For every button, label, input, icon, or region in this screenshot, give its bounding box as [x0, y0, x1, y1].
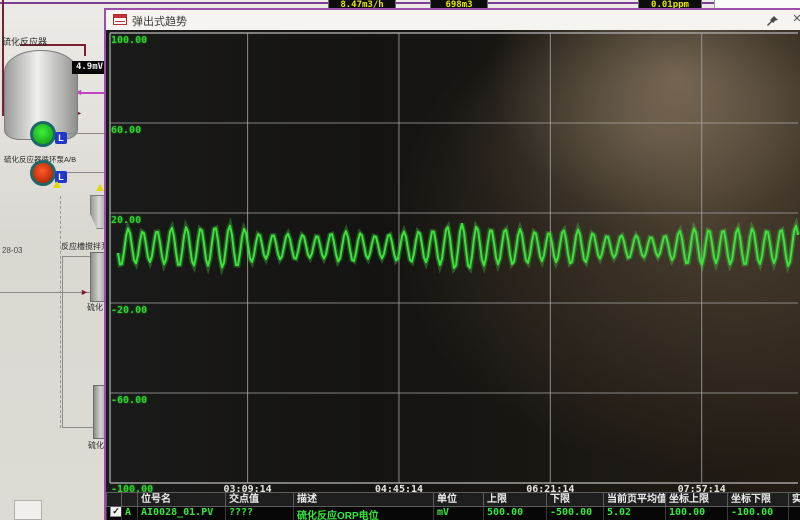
- col-description: 描述: [294, 492, 434, 507]
- row-coord-low: -100.00: [728, 507, 789, 520]
- row-low-limit: -500.00: [547, 507, 604, 520]
- alarm-triangle-icon: [53, 181, 61, 188]
- table-row[interactable]: ✓ A AI0028_01.PV ???? 硫化反应ORP电位 mV 500.0…: [106, 507, 800, 520]
- row-select-cell: ✓: [106, 507, 122, 520]
- col-select: [106, 492, 122, 507]
- close-icon[interactable]: ✕: [790, 12, 800, 26]
- y-tick-neg20: -20.00: [111, 305, 147, 316]
- col-cross-value: 交点值: [226, 492, 294, 507]
- row-coord-high: 100.00: [666, 507, 728, 520]
- col-page-average: 当前页平均值: [604, 492, 666, 507]
- orp-value-badge: 4.9mV: [72, 61, 107, 74]
- row-cross-value: ????: [226, 507, 294, 520]
- row-unit: mV: [434, 507, 484, 520]
- row-description: 硫化反应ORP电位: [294, 507, 434, 520]
- row-realtime: [789, 507, 800, 520]
- row-checkbox[interactable]: ✓: [110, 507, 122, 517]
- transfer-arrow-icon: ►: [80, 288, 89, 297]
- x-tick-4: 07:57:14: [678, 484, 726, 492]
- pump-b-line: [67, 172, 107, 173]
- row-high-limit: 500.00: [484, 507, 547, 520]
- y-tick-100: 100.00: [111, 35, 147, 46]
- pin-icon[interactable]: [766, 14, 780, 26]
- x-tick-2: 04:45:14: [375, 484, 423, 492]
- col-tag-name: 位号名: [138, 492, 226, 507]
- alarm-triangle-icon-2: [96, 184, 104, 191]
- col-realtime: 实时: [789, 492, 800, 507]
- row-page-average: 5.02: [604, 507, 666, 520]
- row-marker: A: [122, 507, 138, 520]
- col-marker: [122, 492, 138, 507]
- hmi-screen: 8.47m3/h 698m3 0.01ppm ► ◄ 硫化反应器 4.9mV L…: [0, 0, 800, 520]
- transfer-line: [0, 292, 90, 293]
- pump-a-line: [67, 133, 107, 134]
- table-header-row: 位号名 交点值 描述 单位 上限 下限 当前页平均值 坐标上限 坐标下限 实时: [106, 492, 800, 507]
- col-coord-high: 坐标上限: [666, 492, 728, 507]
- col-unit: 单位: [434, 492, 484, 507]
- y-tick-neg100: -100.00: [111, 484, 153, 492]
- tank-1-label: 硫化: [87, 302, 103, 313]
- circulation-pump-a[interactable]: [30, 121, 56, 147]
- y-tick-60: 60.00: [111, 125, 141, 136]
- row-tag-name: AI0028_01.PV: [138, 507, 226, 520]
- y-tick-20: 20.00: [111, 215, 141, 226]
- x-tick-1: 03:09:14: [224, 484, 272, 492]
- col-coord-low: 坐标下限: [728, 492, 789, 507]
- y-tick-neg60: -60.00: [111, 395, 147, 406]
- reactor-label: 硫化反应器: [2, 35, 47, 48]
- trend-parameter-table: 位号名 交点值 描述 单位 上限 下限 当前页平均值 坐标上限 坐标下限 实时 …: [106, 492, 800, 520]
- col-high-limit: 上限: [484, 492, 547, 507]
- dashed-signal-line: [60, 196, 61, 428]
- pump-a-status-badge: L: [55, 132, 67, 144]
- orp-signal-line: [80, 92, 106, 94]
- tank-area-label: 反应槽搅拌泵: [61, 241, 109, 252]
- trend-plot: [106, 30, 800, 492]
- trend-popup-window: 弹出式趋势 ✕ 100.00 60.00 20.00 -20.00 -60.00…: [104, 8, 800, 520]
- x-tick-3: 06:21:14: [526, 484, 574, 492]
- window-title: 弹出式趋势: [132, 13, 187, 29]
- trend-window-icon: [113, 14, 127, 25]
- equipment-code: 28-03: [2, 246, 22, 255]
- trend-chart[interactable]: 100.00 60.00 20.00 -20.00 -60.00 -100.00…: [106, 30, 800, 492]
- bottom-left-panel: [14, 500, 42, 520]
- window-titlebar[interactable]: 弹出式趋势 ✕: [106, 10, 800, 31]
- tank-2-label: 硫化: [88, 440, 104, 451]
- col-low-limit: 下限: [547, 492, 604, 507]
- pipe-top-drop: [84, 44, 86, 56]
